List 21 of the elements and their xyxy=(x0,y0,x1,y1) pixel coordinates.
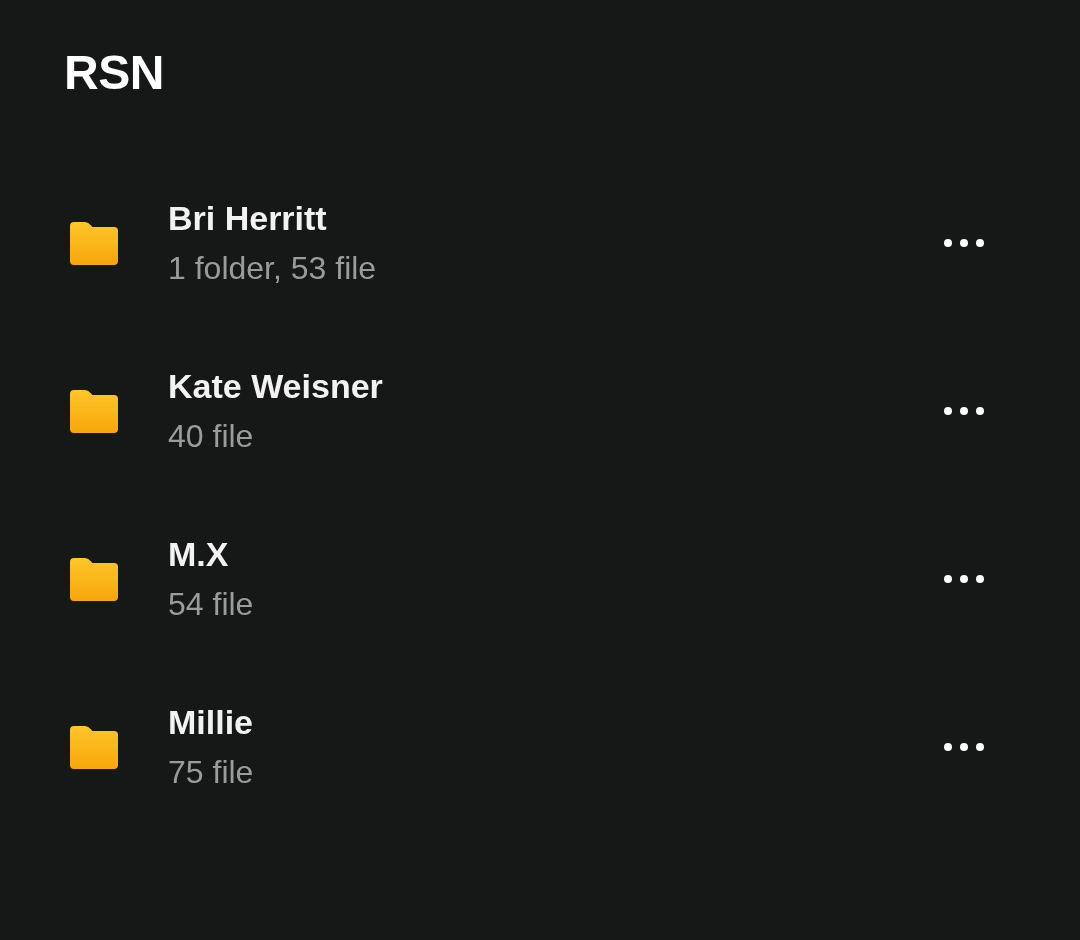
folder-icon xyxy=(70,389,118,433)
folder-icon xyxy=(70,221,118,265)
folder-name[interactable]: Bri Herritt xyxy=(168,196,327,240)
folder-details: 54 file xyxy=(168,585,254,624)
more-button[interactable] xyxy=(944,407,984,415)
folder-details: 1 folder, 53 file xyxy=(168,249,377,288)
folder-name[interactable]: M.X xyxy=(168,532,229,576)
folder-details: 40 file xyxy=(168,417,254,456)
more-icon xyxy=(944,407,984,415)
page-title: RSN xyxy=(64,45,164,101)
more-icon xyxy=(944,239,984,247)
folder-icon xyxy=(70,557,118,601)
more-button[interactable] xyxy=(944,239,984,247)
folder-details: 75 file xyxy=(168,753,254,792)
more-icon xyxy=(944,743,984,751)
folder-name[interactable]: Millie xyxy=(168,700,254,744)
more-button[interactable] xyxy=(944,743,984,751)
more-icon xyxy=(944,575,984,583)
folder-name[interactable]: Kate Weisner xyxy=(168,364,383,408)
more-button[interactable] xyxy=(944,575,984,583)
folder-icon xyxy=(70,725,118,769)
